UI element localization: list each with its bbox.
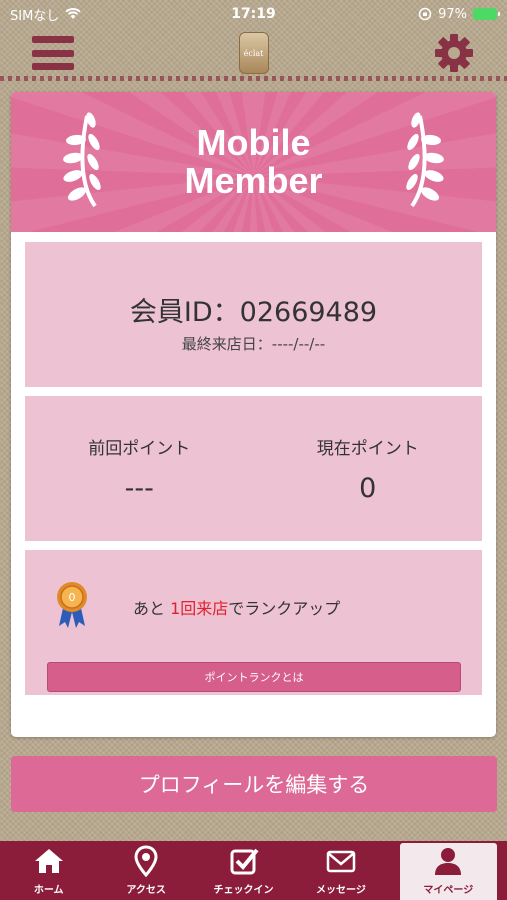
current-points-value: 0 — [359, 473, 377, 504]
app-logo: éclat — [238, 32, 269, 74]
orientation-lock-icon — [418, 7, 432, 21]
wifi-icon — [65, 8, 81, 19]
home-icon — [34, 849, 63, 873]
tab-label: メッセージ — [316, 885, 366, 896]
member-id: 会員ID：02669489 — [129, 297, 378, 328]
header-divider — [0, 76, 507, 81]
battery-percent: 97% — [438, 6, 467, 22]
gear-icon[interactable] — [433, 32, 475, 74]
carrier-text: SIMなし — [10, 8, 60, 24]
logo-text: éclat — [243, 48, 264, 58]
tab-label: チェックイン — [213, 885, 274, 896]
tab-access[interactable]: アクセス — [97, 841, 194, 900]
app-header: éclat — [0, 28, 507, 78]
member-card: Mobile Member 会員ID：02669489 最終来店日：----/-… — [11, 92, 496, 737]
checkbox-icon — [230, 848, 259, 875]
svg-text:0: 0 — [69, 591, 76, 604]
tab-message[interactable]: メッセージ — [292, 841, 389, 900]
tab-label: アクセス — [126, 885, 166, 896]
tab-label: マイページ — [423, 885, 474, 896]
rank-remaining-visits: 1回来店 — [170, 599, 229, 618]
rank-up-message: あと 1回来店でランクアップ — [133, 595, 340, 619]
edit-profile-button[interactable]: プロフィールを編集する — [11, 756, 497, 812]
last-visit-date: 最終来店日：----/--/-- — [181, 335, 326, 353]
points-panel: 前回ポイント --- 現在ポイント 0 — [25, 396, 482, 541]
menu-icon[interactable] — [32, 36, 74, 70]
previous-points: 前回ポイント --- — [25, 396, 254, 541]
battery-icon — [473, 8, 500, 20]
tab-mypage[interactable]: マイページ — [399, 843, 498, 900]
rank-prefix: あと — [133, 599, 166, 618]
member-id-panel: 会員ID：02669489 最終来店日：----/--/-- — [25, 242, 482, 387]
laurel-right-icon — [406, 112, 444, 208]
location-pin-icon — [134, 845, 158, 877]
member-banner: Mobile Member — [11, 92, 496, 232]
status-time: 17:19 — [231, 6, 276, 22]
previous-points-label: 前回ポイント — [88, 439, 191, 459]
status-bar: SIMなし 17:19 97% — [0, 0, 507, 28]
previous-points-value: --- — [124, 473, 154, 504]
current-points-label: 現在ポイント — [316, 439, 419, 459]
laurel-left-icon — [63, 112, 101, 208]
person-icon — [435, 848, 462, 875]
rank-medal-icon: 0 — [57, 582, 87, 628]
point-rank-info-button[interactable]: ポイントランクとは — [47, 662, 461, 692]
current-points: 現在ポイント 0 — [254, 396, 483, 541]
tab-label: ホーム — [33, 885, 64, 896]
bottom-tab-bar: ホーム アクセス チェックイン メッセージ マイページ — [0, 841, 507, 900]
rank-suffix: でランクアップ — [228, 599, 341, 618]
tab-checkin[interactable]: チェックイン — [195, 841, 292, 900]
tab-home[interactable]: ホーム — [0, 841, 97, 900]
rank-panel: 0 あと 1回来店でランクアップ ポイントランクとは — [25, 550, 482, 695]
mail-icon — [326, 850, 356, 873]
banner-title: Mobile Member — [184, 122, 323, 201]
